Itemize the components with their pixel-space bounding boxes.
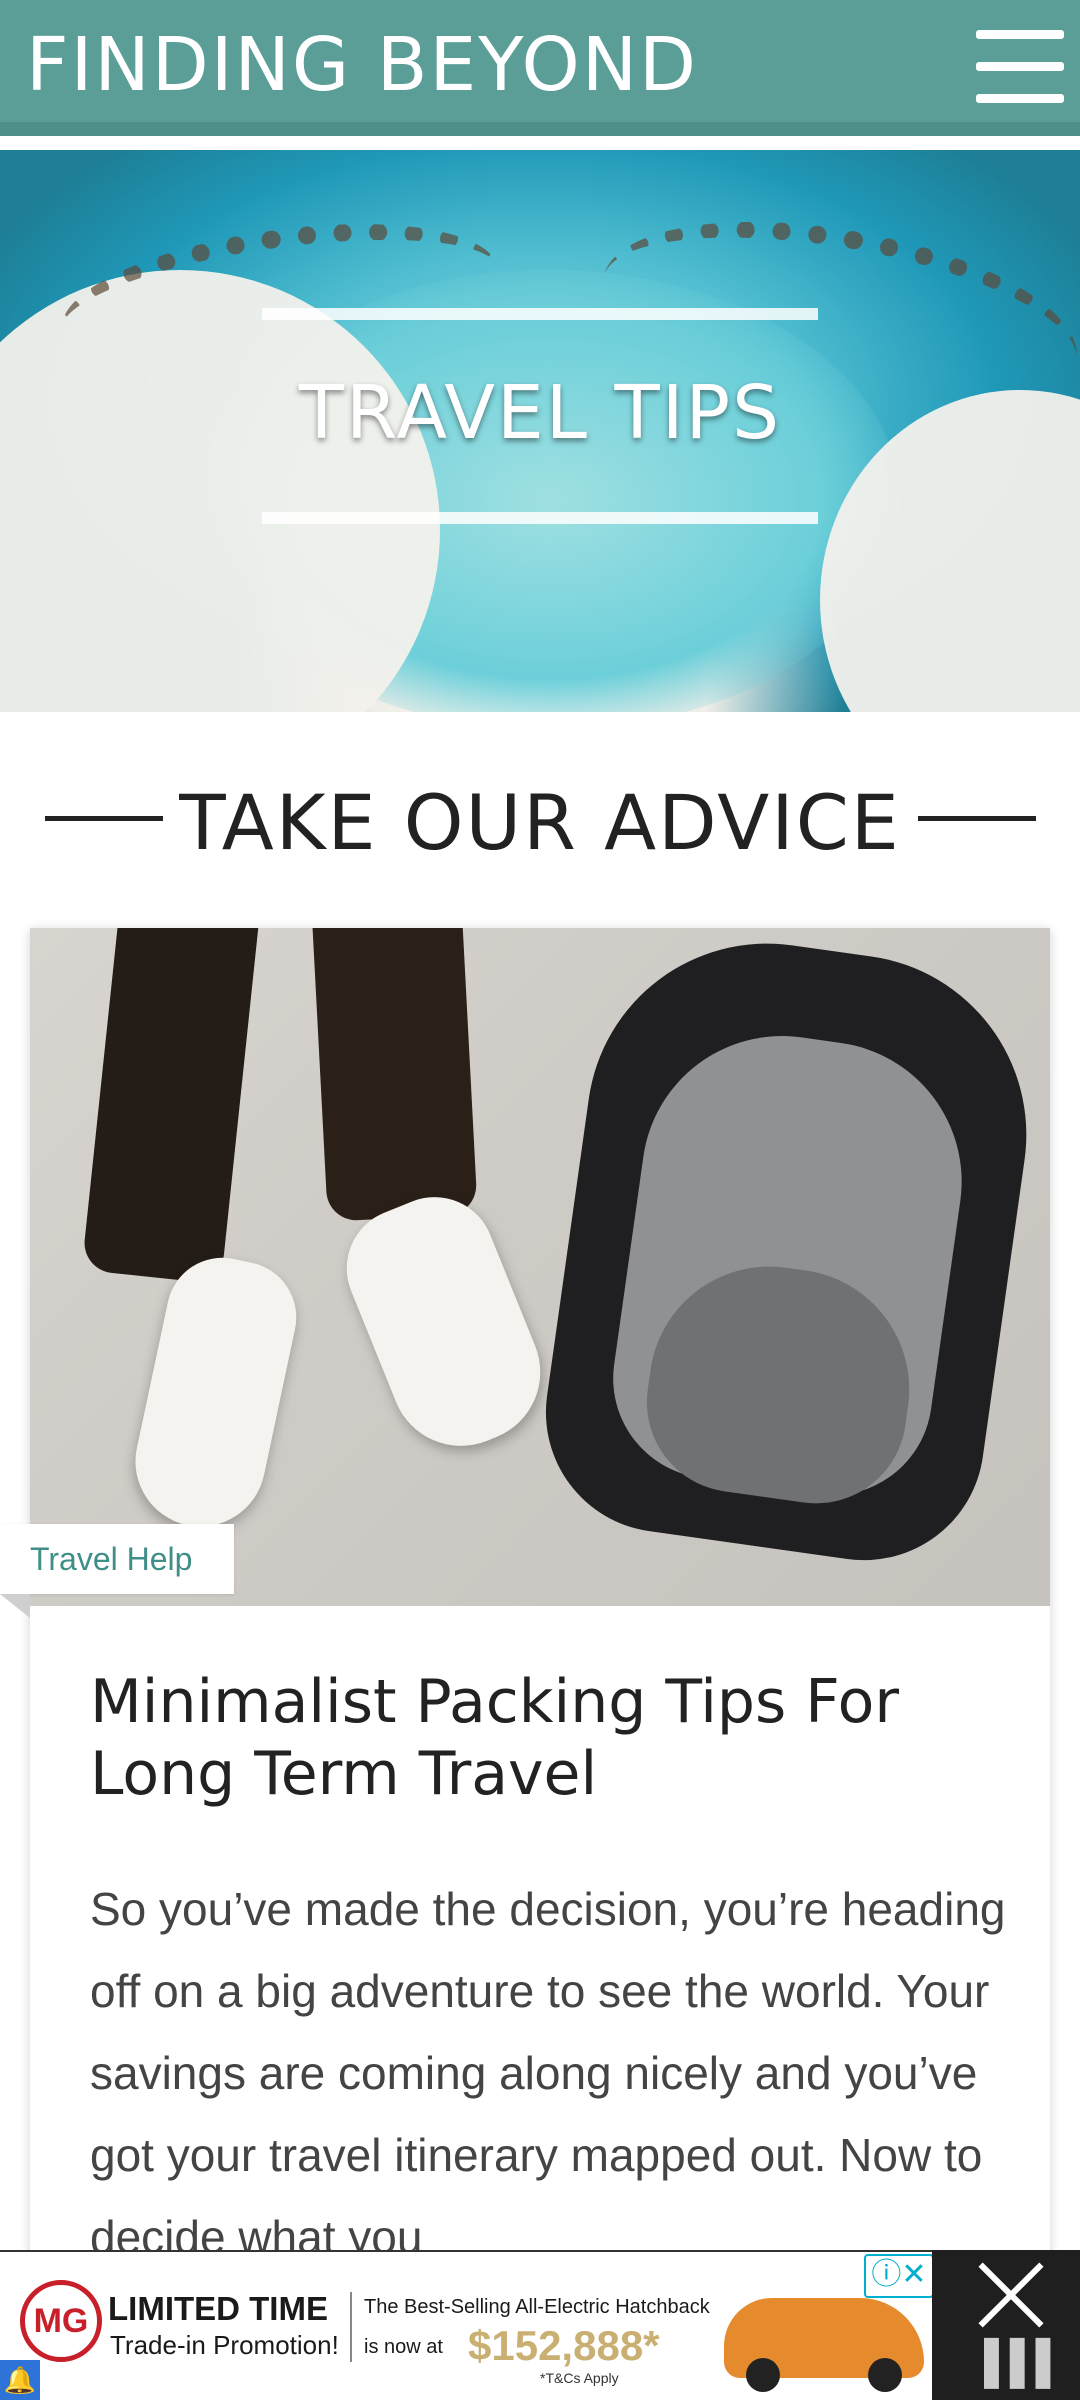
- hero-title: TRAVEL TIPS: [298, 370, 782, 456]
- close-icon[interactable]: [972, 2252, 1052, 2332]
- hamburger-menu-icon[interactable]: [976, 30, 1064, 104]
- header-divider: [0, 136, 1080, 150]
- ad-now-at[interactable]: is now at: [364, 2336, 443, 2359]
- ad-car-wheel: [868, 2358, 902, 2392]
- ad-terms: *T&Cs Apply: [540, 2370, 619, 2386]
- hero-bottom-bar: [262, 512, 818, 524]
- post-title[interactable]: Minimalist Packing Tips For Long Term Tr…: [90, 1666, 1010, 1810]
- adchoices-icon[interactable]: ⓘ✕: [864, 2254, 934, 2298]
- image-shoe-right: [328, 1179, 562, 1467]
- ad-price[interactable]: $152,888*: [468, 2322, 660, 2370]
- hero-banner: TRAVEL TIPS: [0, 150, 1080, 712]
- ad-network-icon: ▌▌▌: [984, 2338, 1065, 2385]
- image-leg-right: [312, 928, 478, 1222]
- post-category-tag[interactable]: Travel Help: [0, 1524, 234, 1594]
- tag-fold: [0, 1594, 30, 1618]
- ad-close-button[interactable]: ▌▌▌: [932, 2250, 1080, 2400]
- image-leg-left: [81, 928, 259, 1285]
- ad-divider: [350, 2292, 352, 2362]
- section-heading: TAKE OUR ADVICE: [0, 770, 1080, 870]
- hero-top-bar: [262, 308, 818, 320]
- ad-car-wheel: [746, 2358, 780, 2392]
- section-title: TAKE OUR ADVICE: [179, 778, 901, 867]
- ad-headline[interactable]: LIMITED TIME: [108, 2290, 328, 2328]
- ad-logo[interactable]: MG: [20, 2280, 102, 2362]
- site-brand[interactable]: FINDING BEYOND: [26, 22, 698, 108]
- ad-tagline[interactable]: The Best-Selling All-Electric Hatchback: [364, 2296, 710, 2319]
- post-card[interactable]: Travel Help Minimalist Packing Tips For …: [0, 928, 1050, 2400]
- ad-subline[interactable]: Trade-in Promotion!: [110, 2330, 339, 2361]
- section-line-right: [918, 816, 1036, 821]
- notification-bell-icon[interactable]: 🔔: [0, 2360, 40, 2400]
- header-shadow: [0, 122, 1080, 136]
- post-image[interactable]: [30, 928, 1050, 1606]
- image-shoe-left: [123, 1247, 307, 1539]
- post-excerpt: So you’ve made the decision, you’re head…: [90, 1883, 1006, 2263]
- site-header: FINDING BEYOND: [0, 0, 1080, 122]
